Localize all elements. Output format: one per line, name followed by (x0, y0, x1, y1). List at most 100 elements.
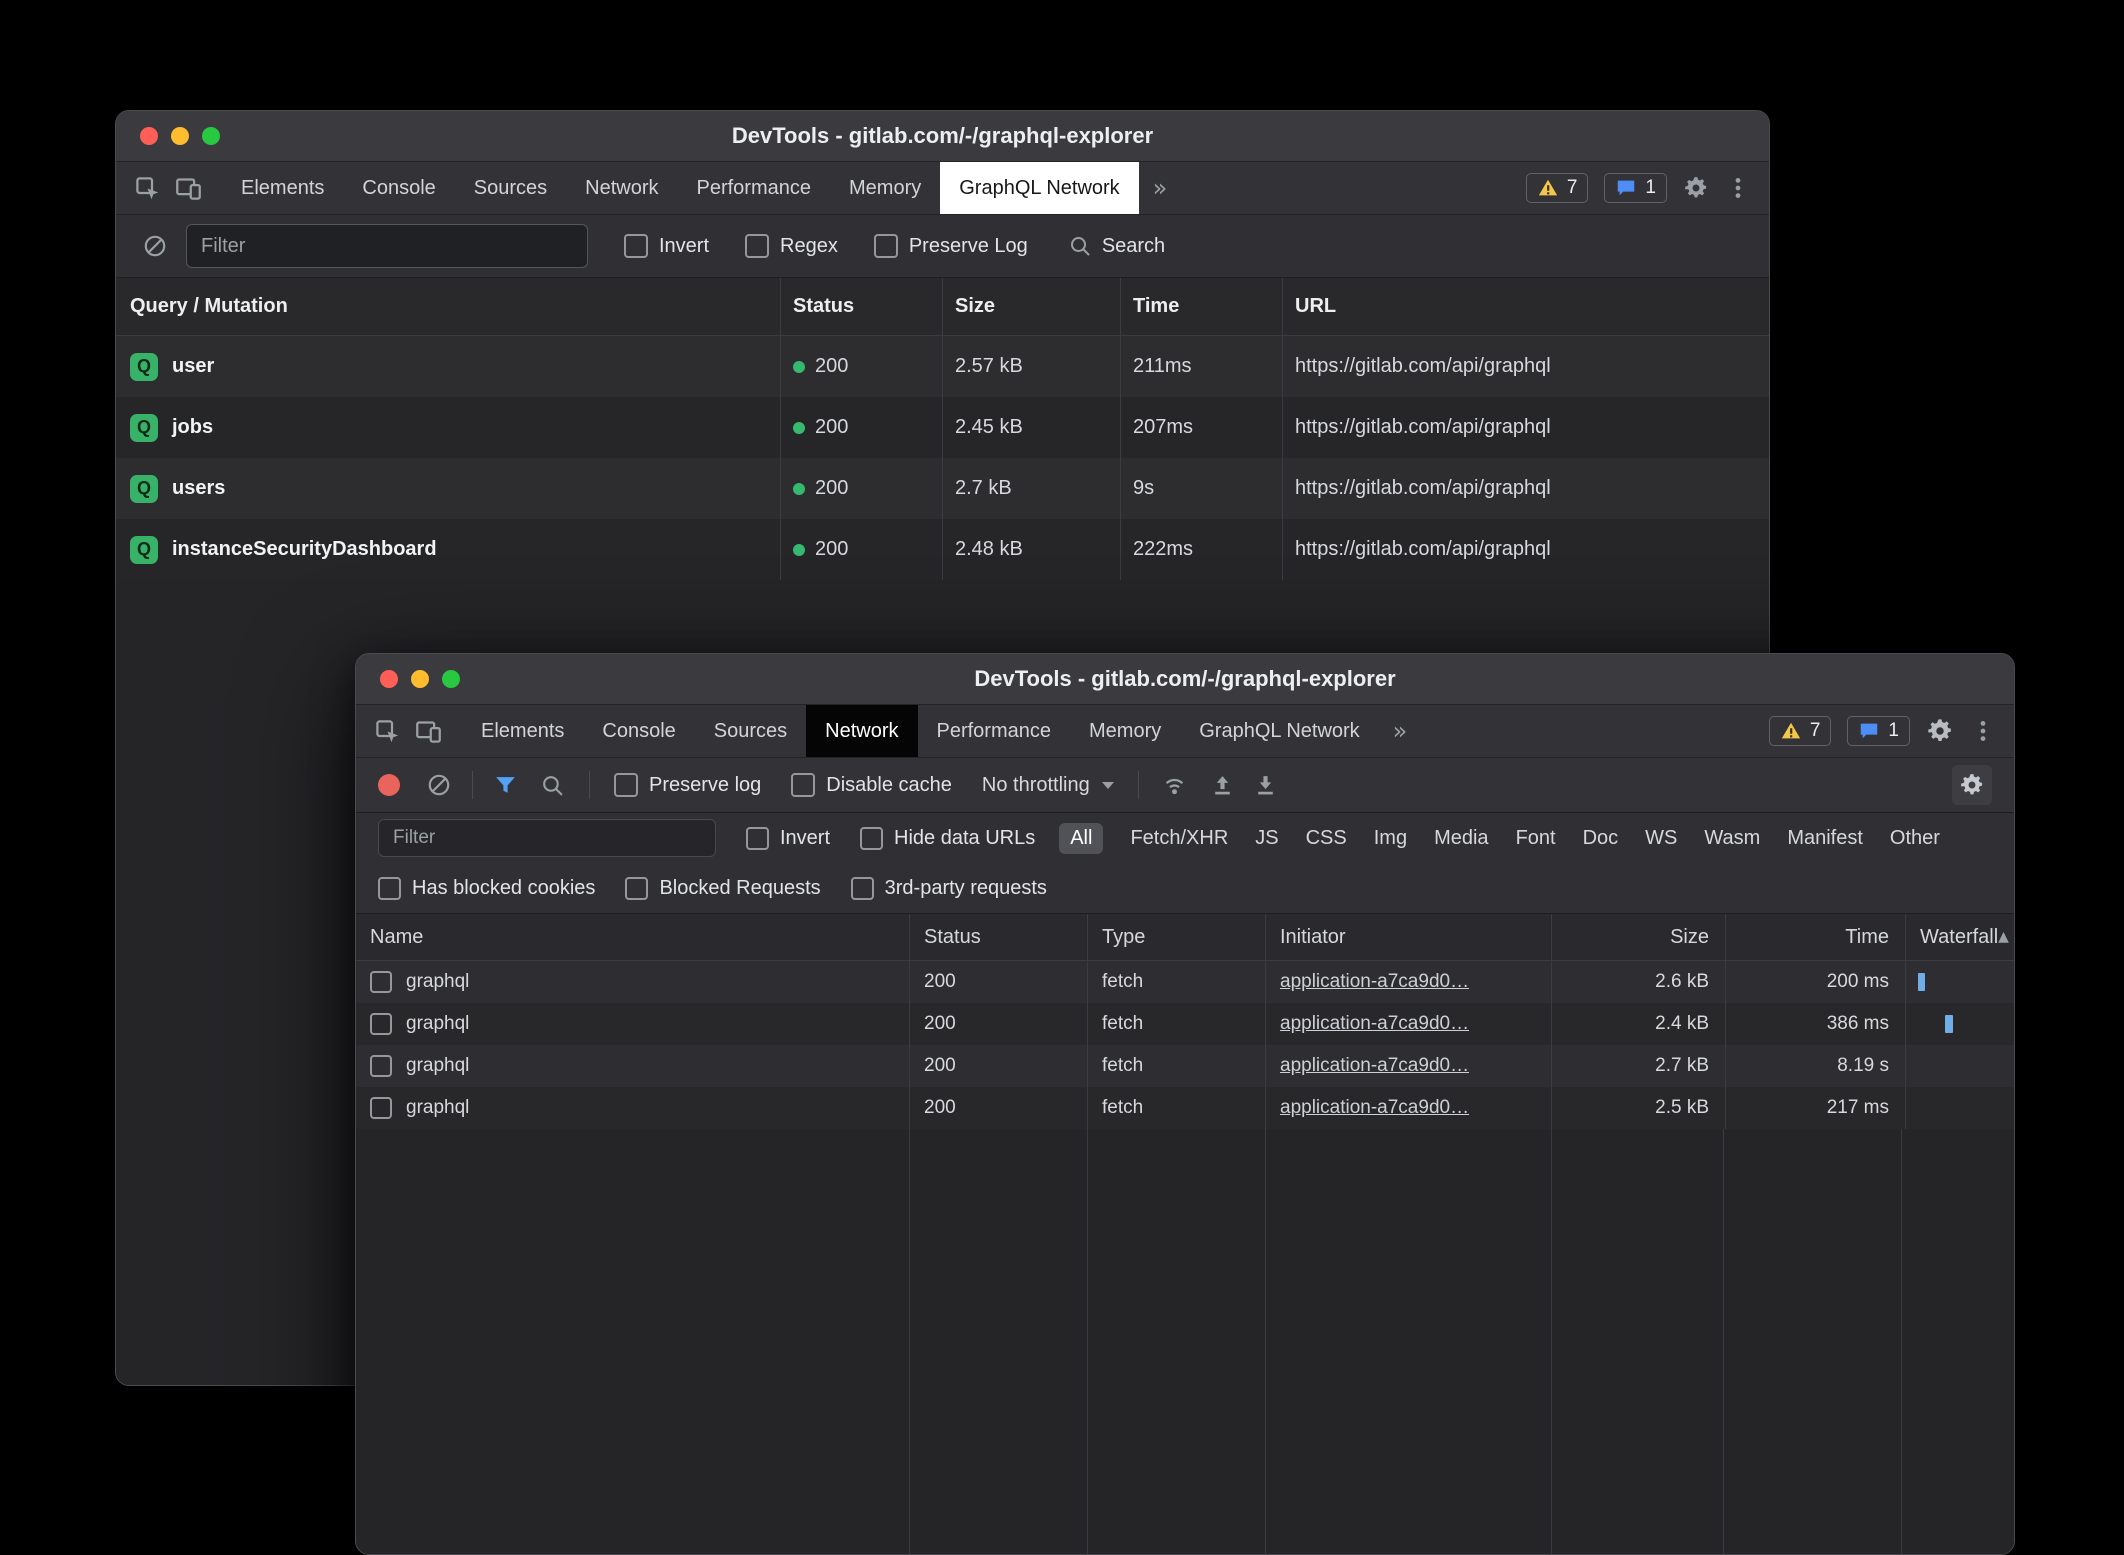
table-row[interactable]: Q instanceSecurityDashboard 200 2.48 kB … (116, 519, 1769, 580)
checkbox-box[interactable] (791, 773, 815, 797)
type-filter-manifest[interactable]: Manifest (1787, 827, 1863, 850)
filter-input[interactable] (186, 224, 588, 268)
type-filter-ws[interactable]: WS (1645, 827, 1677, 850)
blocked-requests-checkbox[interactable]: Blocked Requests (625, 877, 820, 900)
hide-data-urls-checkbox[interactable]: Hide data URLs (860, 827, 1035, 850)
column-header-initiator[interactable]: Initiator (1266, 914, 1552, 960)
throttling-dropdown[interactable]: No throttling (982, 774, 1114, 797)
preserve-log-checkbox[interactable]: Preserve log (614, 773, 761, 797)
initiator-link[interactable]: application-a7ca9d0… (1280, 1055, 1469, 1077)
initiator-link[interactable]: application-a7ca9d0… (1280, 971, 1469, 993)
record-button[interactable] (378, 774, 400, 796)
type-filter-all[interactable]: All (1059, 823, 1103, 854)
table-row[interactable]: Q user 200 2.57 kB 211ms https://gitlab.… (116, 336, 1769, 397)
disable-cache-checkbox[interactable]: Disable cache (791, 773, 952, 797)
tab-sources[interactable]: Sources (695, 705, 806, 757)
type-filter-css[interactable]: CSS (1306, 827, 1347, 850)
column-header-waterfall[interactable]: Waterfall ▲ (1906, 914, 2014, 960)
type-filter-wasm[interactable]: Wasm (1704, 827, 1760, 850)
type-filter-fetch-xhr[interactable]: Fetch/XHR (1130, 827, 1228, 850)
tab-console[interactable]: Console (343, 162, 454, 214)
inspect-element-icon[interactable] (374, 718, 401, 745)
export-har-icon[interactable] (1253, 773, 1278, 798)
invert-checkbox[interactable]: Invert (624, 234, 709, 258)
tab-network[interactable]: Network (566, 162, 677, 214)
tab-elements[interactable]: Elements (462, 705, 583, 757)
messages-badge[interactable]: 1 (1847, 716, 1910, 746)
row-checkbox[interactable] (370, 971, 392, 993)
tab-sources[interactable]: Sources (455, 162, 566, 214)
tab-elements[interactable]: Elements (222, 162, 343, 214)
preserve-log-checkbox[interactable]: Preserve Log (874, 234, 1028, 258)
tab-network[interactable]: Network (806, 705, 917, 757)
table-row[interactable]: graphql 200 fetch application-a7ca9d0… 2… (356, 1003, 2014, 1045)
table-row[interactable]: graphql 200 fetch application-a7ca9d0… 2… (356, 961, 2014, 1003)
filter-funnel-icon[interactable] (493, 773, 518, 798)
column-header-status[interactable]: Status (781, 278, 943, 335)
column-header-time[interactable]: Time (1726, 914, 1906, 960)
column-header-url[interactable]: URL (1283, 278, 1769, 335)
tab-graphql-network[interactable]: GraphQL Network (1180, 705, 1378, 757)
warnings-badge[interactable]: 7 (1526, 173, 1589, 203)
checkbox-box[interactable] (745, 234, 769, 258)
minimize-button[interactable] (411, 670, 429, 688)
type-filter-js[interactable]: JS (1255, 827, 1278, 850)
network-conditions-icon[interactable] (1161, 772, 1188, 799)
table-row[interactable]: Q jobs 200 2.45 kB 207ms https://gitlab.… (116, 397, 1769, 458)
checkbox-box[interactable] (614, 773, 638, 797)
type-filter-doc[interactable]: Doc (1583, 827, 1619, 850)
regex-checkbox[interactable]: Regex (745, 234, 838, 258)
checkbox-box[interactable] (625, 877, 648, 900)
import-har-icon[interactable] (1210, 773, 1235, 798)
tab-performance[interactable]: Performance (678, 162, 831, 214)
network-settings-gear-icon[interactable] (1952, 765, 1992, 805)
device-toolbar-icon[interactable] (415, 718, 442, 745)
tab-memory[interactable]: Memory (830, 162, 940, 214)
type-filter-other[interactable]: Other (1890, 827, 1940, 850)
type-filter-img[interactable]: Img (1374, 827, 1407, 850)
column-header-status[interactable]: Status (910, 914, 1088, 960)
row-checkbox[interactable] (370, 1097, 392, 1119)
row-checkbox[interactable] (370, 1013, 392, 1035)
initiator-link[interactable]: application-a7ca9d0… (1280, 1013, 1469, 1035)
settings-gear-icon[interactable] (1683, 175, 1709, 201)
tab-performance[interactable]: Performance (918, 705, 1071, 757)
clear-icon[interactable] (426, 772, 452, 798)
checkbox-box[interactable] (378, 877, 401, 900)
zoom-button[interactable] (202, 127, 220, 145)
tab-memory[interactable]: Memory (1070, 705, 1180, 757)
more-tabs-icon[interactable]: » (1139, 162, 1182, 214)
zoom-button[interactable] (442, 670, 460, 688)
inspect-element-icon[interactable] (134, 175, 161, 202)
has-blocked-cookies-checkbox[interactable]: Has blocked cookies (378, 877, 595, 900)
type-filter-media[interactable]: Media (1434, 827, 1488, 850)
checkbox-box[interactable] (874, 234, 898, 258)
messages-badge[interactable]: 1 (1604, 173, 1667, 203)
column-header-query[interactable]: Query / Mutation (116, 278, 781, 335)
close-button[interactable] (380, 670, 398, 688)
checkbox-box[interactable] (860, 827, 883, 850)
column-header-size[interactable]: Size (943, 278, 1121, 335)
minimize-button[interactable] (171, 127, 189, 145)
filter-input[interactable] (378, 819, 716, 857)
column-header-type[interactable]: Type (1088, 914, 1266, 960)
kebab-menu-icon[interactable] (1725, 175, 1751, 201)
invert-checkbox[interactable]: Invert (746, 827, 830, 850)
column-header-name[interactable]: Name (356, 914, 910, 960)
initiator-link[interactable]: application-a7ca9d0… (1280, 1097, 1469, 1119)
device-toolbar-icon[interactable] (175, 175, 202, 202)
table-row[interactable]: graphql 200 fetch application-a7ca9d0… 2… (356, 1045, 2014, 1087)
row-checkbox[interactable] (370, 1055, 392, 1077)
more-tabs-icon[interactable]: » (1379, 705, 1422, 757)
warnings-badge[interactable]: 7 (1769, 716, 1832, 746)
tab-graphql-network[interactable]: GraphQL Network (940, 162, 1138, 214)
checkbox-box[interactable] (746, 827, 769, 850)
close-button[interactable] (140, 127, 158, 145)
search-icon[interactable] (540, 773, 565, 798)
search-toggle[interactable]: Search (1068, 234, 1165, 258)
column-header-size[interactable]: Size (1552, 914, 1726, 960)
third-party-requests-checkbox[interactable]: 3rd-party requests (851, 877, 1047, 900)
checkbox-box[interactable] (624, 234, 648, 258)
table-row[interactable]: graphql 200 fetch application-a7ca9d0… 2… (356, 1087, 2014, 1129)
kebab-menu-icon[interactable] (1970, 718, 1996, 744)
